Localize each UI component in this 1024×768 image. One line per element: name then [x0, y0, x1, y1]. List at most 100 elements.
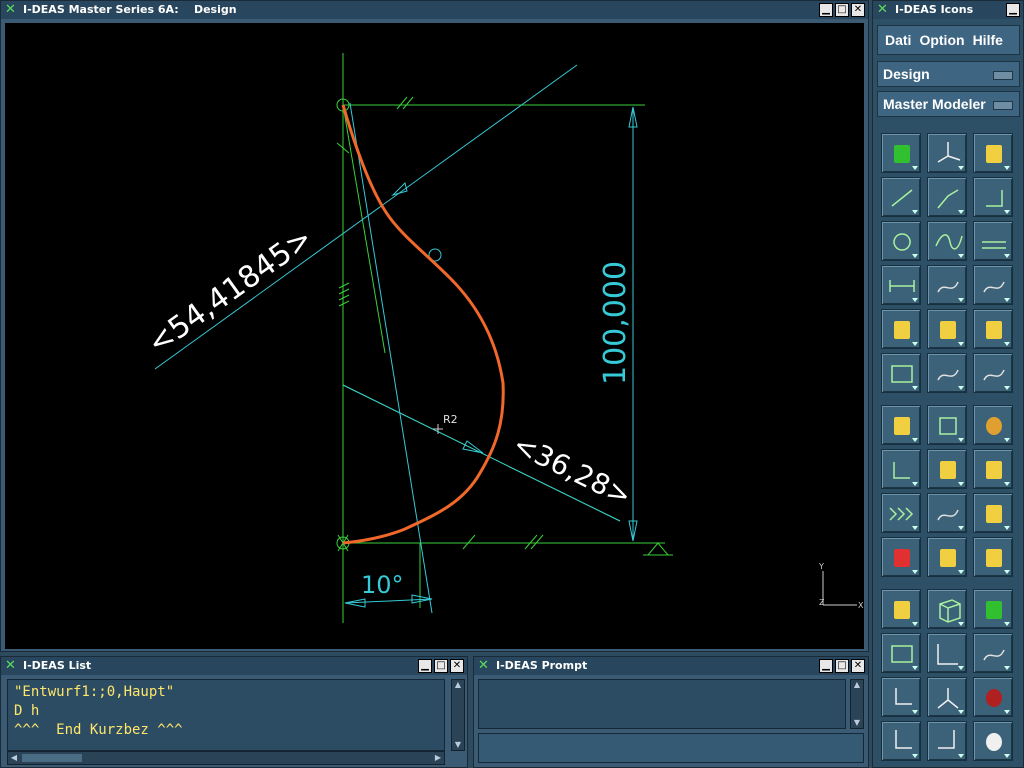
list-output[interactable]: "Entwurf1:;0,Haupt" D h ^^^ End Kurzbez …: [7, 679, 445, 751]
minimize-button[interactable]: ▁: [1006, 3, 1020, 17]
submenu-indicator-icon: [958, 254, 964, 258]
menu-file[interactable]: Dati: [885, 32, 911, 48]
node-tree-button[interactable]: [881, 405, 921, 445]
view-iso-button[interactable]: [927, 677, 967, 717]
wireframe-cube-button[interactable]: [927, 589, 967, 629]
view-eye-button[interactable]: [973, 633, 1013, 673]
icons-titlebar[interactable]: ✕ I-DEAS Icons ▁: [873, 1, 1023, 19]
graphics-canvas[interactable]: R2 <54,41845> 100,000 <36,28> 10° Y Z X: [5, 23, 864, 649]
arc-constraint-button[interactable]: [927, 265, 967, 305]
list-vertical-scrollbar[interactable]: ▲ ▼: [451, 679, 465, 751]
x-logo-icon[interactable]: ✕: [478, 658, 494, 674]
view-corner-button[interactable]: [927, 633, 967, 673]
angle-dimension-line: [154, 64, 578, 370]
menu-help[interactable]: Hilfe: [973, 32, 1003, 48]
view-zy-button[interactable]: [927, 721, 967, 761]
select-arrow-button[interactable]: [881, 449, 921, 489]
view-yx-button[interactable]: [881, 721, 921, 761]
display-button[interactable]: [881, 589, 921, 629]
x-logo-icon[interactable]: ✕: [877, 2, 893, 18]
info-button[interactable]: [927, 449, 967, 489]
surface-button[interactable]: [927, 309, 967, 349]
mold-button[interactable]: [973, 133, 1013, 173]
prompt-titlebar[interactable]: ✕ I-DEAS Prompt ▁ □ ✕: [474, 657, 868, 675]
scroll-right-icon[interactable]: ▶: [432, 753, 444, 763]
spline-button[interactable]: [927, 221, 967, 261]
submenu-indicator-icon: [958, 666, 964, 670]
store-button[interactable]: [927, 537, 967, 577]
library-button[interactable]: [973, 537, 1013, 577]
stop-button[interactable]: [973, 677, 1013, 717]
boolean-button[interactable]: [973, 309, 1013, 349]
minimize-button[interactable]: ▁: [819, 3, 833, 17]
design-window: ✕ I-DEAS Master Series 6A: Design ▁ □ ✕: [0, 0, 869, 652]
x-logo-icon[interactable]: ✕: [5, 2, 21, 18]
list-titlebar[interactable]: ✕ I-DEAS List ▁ □ ✕: [1, 657, 467, 675]
x-logo-icon[interactable]: ✕: [5, 658, 21, 674]
mesh-sphere-button[interactable]: [973, 405, 1013, 445]
polyline-button[interactable]: [927, 177, 967, 217]
design-window-title: I-DEAS Master Series 6A: Design: [23, 3, 237, 16]
scroll-down-icon[interactable]: ▼: [851, 718, 863, 728]
task-selector[interactable]: Design: [877, 61, 1020, 87]
submenu-indicator-icon: [1004, 438, 1010, 442]
minimize-button[interactable]: ▁: [819, 659, 833, 673]
close-button[interactable]: ✕: [851, 659, 865, 673]
minimize-button[interactable]: ▁: [418, 659, 432, 673]
freeform-button[interactable]: [927, 353, 967, 393]
sketch-button[interactable]: [973, 265, 1013, 305]
extrude-button[interactable]: [881, 309, 921, 349]
maximize-button[interactable]: □: [835, 659, 849, 673]
submenu-indicator-icon: [1004, 754, 1010, 758]
section-box-button[interactable]: [927, 405, 967, 445]
submenu-indicator-icon: [912, 622, 918, 626]
close-button[interactable]: ✕: [851, 3, 865, 17]
design-titlebar[interactable]: ✕ I-DEAS Master Series 6A: Design ▁ □ ✕: [1, 1, 868, 19]
submenu-indicator-icon: [958, 482, 964, 486]
prompt-vertical-scrollbar[interactable]: ▲ ▼: [850, 679, 864, 729]
list-line: D h: [14, 703, 40, 719]
triple-arrow-button[interactable]: [881, 493, 921, 533]
dimension-button[interactable]: [881, 265, 921, 305]
scroll-up-icon[interactable]: ▲: [851, 680, 863, 690]
maximize-button[interactable]: □: [434, 659, 448, 673]
view-xz-button[interactable]: [881, 677, 921, 717]
offset-button[interactable]: [973, 221, 1013, 261]
submenu-indicator-icon: [1004, 386, 1010, 390]
scroll-thumb[interactable]: [22, 754, 82, 762]
workplane-button[interactable]: [881, 133, 921, 173]
submenu-indicator-icon: [912, 210, 918, 214]
circle-button[interactable]: [881, 221, 921, 261]
redraw-button[interactable]: [973, 721, 1013, 761]
move-button[interactable]: [973, 353, 1013, 393]
scroll-down-icon[interactable]: ▼: [452, 740, 464, 750]
point-label: R2: [443, 413, 458, 426]
line-button[interactable]: [881, 177, 921, 217]
angle-text: 10°: [361, 571, 404, 599]
command-input[interactable]: [478, 733, 864, 763]
ruler-button[interactable]: [927, 493, 967, 533]
submenu-indicator-icon: [912, 666, 918, 670]
paintbrush-button[interactable]: [973, 449, 1013, 489]
application-selector[interactable]: Master Modeler: [877, 91, 1020, 117]
submenu-indicator-icon: [912, 386, 918, 390]
horizontal-dimension-text: <36,28>: [508, 428, 637, 513]
erase-button[interactable]: [881, 537, 921, 577]
submenu-indicator-icon: [912, 754, 918, 758]
close-button[interactable]: ✕: [450, 659, 464, 673]
option-indicator-icon: [993, 71, 1013, 80]
feature-button[interactable]: [973, 493, 1013, 533]
task-selector-value: Design: [883, 66, 930, 82]
menu-options[interactable]: Option: [919, 32, 964, 48]
zoom-box-button[interactable]: [881, 633, 921, 673]
submenu-indicator-icon: [1004, 298, 1010, 302]
corner-button[interactable]: [973, 177, 1013, 217]
scroll-left-icon[interactable]: ◀: [8, 753, 20, 763]
shaded-cube-button[interactable]: [973, 589, 1013, 629]
list-horizontal-scrollbar[interactable]: ◀ ▶: [7, 751, 445, 765]
maximize-button[interactable]: □: [835, 3, 849, 17]
rectangle-button[interactable]: [881, 353, 921, 393]
axes-xyz-button[interactable]: [927, 133, 967, 173]
submenu-indicator-icon: [912, 570, 918, 574]
scroll-up-icon[interactable]: ▲: [452, 680, 464, 690]
